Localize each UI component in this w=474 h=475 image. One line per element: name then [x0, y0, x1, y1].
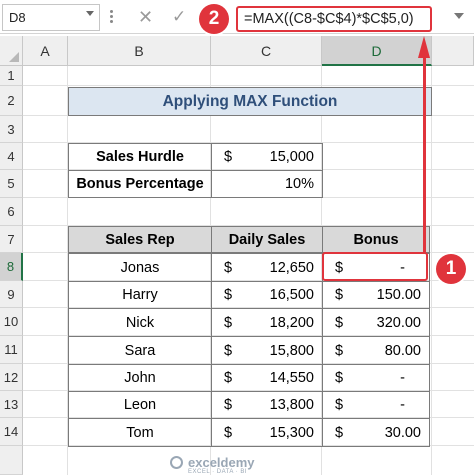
currency-symbol: $: [224, 397, 233, 413]
gridline-vertical: [431, 66, 432, 475]
title-cell[interactable]: Applying MAX Function: [68, 87, 432, 116]
daily-sales-cell[interactable]: $14,550: [211, 364, 323, 392]
column-header-blank[interactable]: [432, 36, 474, 66]
column-header-a[interactable]: A: [23, 36, 68, 66]
sales-rep-cell[interactable]: Nick: [68, 308, 212, 337]
row-header-2[interactable]: 2: [0, 86, 23, 116]
row-header-10[interactable]: 10: [0, 308, 23, 336]
annotation-arrowhead: [418, 36, 430, 58]
currency-symbol: $: [335, 287, 344, 303]
row-header-14[interactable]: 14: [0, 418, 23, 446]
daily-sales-cell[interactable]: $15,300: [211, 418, 323, 447]
header-sales-rep[interactable]: Sales Rep: [68, 226, 212, 253]
watermark-tagline: EXCEL · DATA · BI: [188, 469, 248, 475]
row-header-13[interactable]: 13: [0, 391, 23, 418]
currency-symbol: $: [224, 370, 233, 386]
formula-bar-grip-icon[interactable]: [110, 10, 114, 24]
daily-sales-cell[interactable]: $13,800: [211, 391, 323, 419]
bonus-amount: 80.00: [384, 342, 421, 359]
watermark-logo-icon: [170, 456, 183, 469]
row-header-1[interactable]: 1: [0, 66, 23, 86]
sales-rep-cell[interactable]: Tom: [68, 418, 212, 447]
sales-rep-cell[interactable]: Sara: [68, 336, 212, 365]
currency-symbol: $: [224, 424, 233, 441]
bonus-amount: -: [400, 397, 405, 413]
currency-symbol: $: [224, 342, 233, 359]
formula-bar: D8 ✕ ✓ fx =MAX((C8-$C$4)*$C$5,0): [0, 0, 474, 34]
bonus-amount: 30.00: [384, 424, 421, 441]
daily-sales-amount: 15,800: [269, 342, 314, 359]
bonus-cell[interactable]: $320.00: [322, 308, 430, 337]
daily-sales-amount: 14,550: [269, 370, 314, 386]
daily-sales-cell[interactable]: $12,650: [211, 253, 323, 282]
daily-sales-amount: 18,200: [269, 314, 314, 331]
currency-symbol: $: [335, 342, 344, 359]
currency-symbol: $: [335, 370, 344, 386]
row-header-partial[interactable]: [0, 446, 23, 475]
select-all-icon: [9, 52, 19, 62]
sales-rep-cell[interactable]: Harry: [68, 281, 212, 309]
enter-check-icon[interactable]: ✓: [172, 6, 186, 28]
select-all-button[interactable]: [0, 36, 23, 66]
daily-sales-amount: 16,500: [269, 287, 314, 303]
bonus-cell[interactable]: $150.00: [322, 281, 430, 309]
row-header-8[interactable]: 8: [0, 253, 23, 281]
cancel-icon[interactable]: ✕: [138, 6, 153, 28]
daily-sales-amount: 13,800: [269, 397, 314, 413]
annotation-connector: [423, 58, 426, 252]
expand-formula-bar-icon[interactable]: [454, 13, 464, 19]
currency-symbol: $: [224, 287, 233, 303]
header-daily-sales[interactable]: Daily Sales: [211, 226, 323, 253]
formula-input[interactable]: =MAX((C8-$C$4)*$C$5,0): [236, 6, 432, 32]
bonus-percentage-label[interactable]: Bonus Percentage: [68, 170, 212, 198]
watermark: exceldemy EXCEL · DATA · BI: [170, 455, 255, 475]
row-header-5[interactable]: 5: [0, 170, 23, 198]
bonus-cell[interactable]: $ -: [322, 364, 430, 392]
sales-rep-cell[interactable]: Jonas: [68, 253, 212, 282]
currency-symbol: $: [335, 424, 344, 441]
bonus-amount: 150.00: [376, 287, 421, 303]
sales-hurdle-label[interactable]: Sales Hurdle: [68, 143, 212, 171]
gridline-horizontal: [23, 85, 474, 86]
sales-hurdle-amount: 15,000: [269, 149, 314, 165]
currency-symbol: $: [224, 149, 233, 165]
bonus-cell[interactable]: $80.00: [322, 336, 430, 365]
currency-symbol: $: [335, 314, 344, 331]
sales-hurdle-value[interactable]: $ 15,000: [211, 143, 323, 171]
name-box-dropdown-icon[interactable]: [86, 11, 94, 16]
column-header-c[interactable]: C: [211, 36, 322, 66]
step-badge-cell: 1: [436, 254, 466, 284]
row-header-12[interactable]: 12: [0, 364, 23, 391]
sales-rep-cell[interactable]: Leon: [68, 391, 212, 419]
daily-sales-cell[interactable]: $16,500: [211, 281, 323, 309]
row-header-4[interactable]: 4: [0, 143, 23, 170]
bonus-cell[interactable]: $ -: [322, 391, 430, 419]
header-bonus[interactable]: Bonus: [322, 226, 430, 253]
bonus-amount: -: [400, 370, 405, 386]
bonus-cell[interactable]: $30.00: [322, 418, 430, 447]
currency-symbol: $: [224, 259, 233, 276]
currency-symbol: $: [335, 397, 344, 413]
row-header-6[interactable]: 6: [0, 198, 23, 226]
bonus-percentage-value[interactable]: 10%: [211, 170, 323, 198]
bonus-amount: 320.00: [376, 314, 421, 331]
watermark-name: exceldemy: [188, 455, 255, 470]
selected-cell-highlight: [322, 252, 428, 281]
row-header-7[interactable]: 7: [0, 226, 23, 253]
sales-rep-cell[interactable]: John: [68, 364, 212, 392]
row-header-11[interactable]: 11: [0, 336, 23, 364]
column-header-b[interactable]: B: [68, 36, 211, 66]
row-header-3[interactable]: 3: [0, 116, 23, 143]
step-badge-formula: 2: [199, 4, 229, 34]
column-header-d[interactable]: D: [322, 36, 432, 66]
daily-sales-amount: 12,650: [269, 259, 314, 276]
daily-sales-cell[interactable]: $18,200: [211, 308, 323, 337]
daily-sales-amount: 15,300: [269, 424, 314, 441]
currency-symbol: $: [224, 314, 233, 331]
daily-sales-cell[interactable]: $15,800: [211, 336, 323, 365]
name-box[interactable]: D8: [2, 4, 100, 31]
row-header-9[interactable]: 9: [0, 281, 23, 308]
